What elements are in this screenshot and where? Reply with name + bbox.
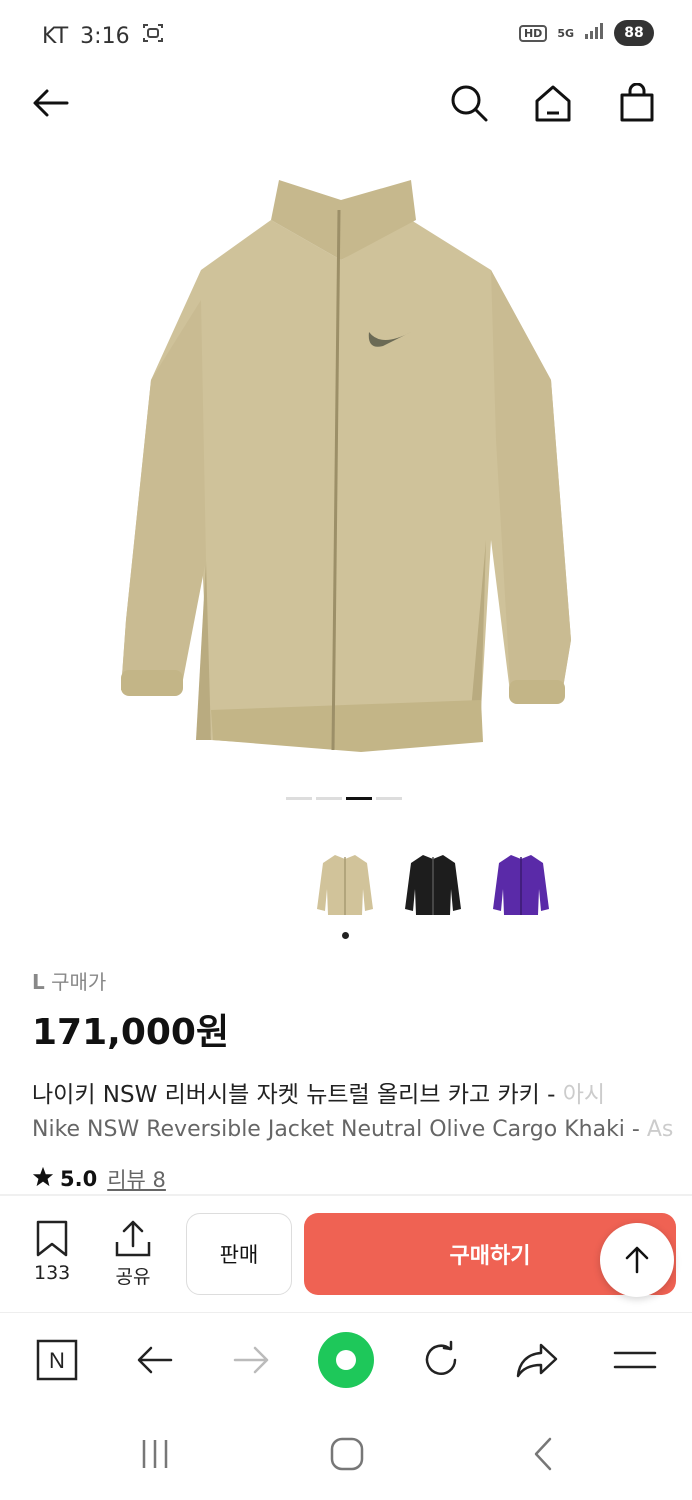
shopping-bag-icon[interactable] xyxy=(614,80,660,126)
share-forward-icon[interactable] xyxy=(512,1335,562,1385)
product-image-carousel[interactable] xyxy=(0,150,692,790)
share-label: 공유 xyxy=(115,1266,151,1288)
rating-score: 5.0 xyxy=(60,1167,98,1191)
thumbnail-khaki[interactable] xyxy=(312,845,378,925)
network-5g-icon: 5G xyxy=(557,26,574,40)
color-thumbnails xyxy=(312,845,554,925)
thumbnail-black[interactable] xyxy=(400,845,466,925)
scroll-to-top-button[interactable] xyxy=(600,1223,674,1297)
product-jacket-image xyxy=(121,180,571,752)
pager-dot-active xyxy=(346,797,372,800)
home-icon[interactable] xyxy=(530,80,576,126)
product-info: L 구매가 171,000원 나이키 NSW 리버시블 자켓 뉴트럴 올리브 카… xyxy=(32,966,692,1194)
svg-text:N: N xyxy=(49,1348,65,1373)
price: 171,000원 xyxy=(32,1012,230,1053)
back-arrow-icon[interactable] xyxy=(28,80,74,126)
rating-row: 5.0 리뷰 8 xyxy=(32,1164,692,1194)
bookmark-button[interactable]: 133 xyxy=(34,1220,70,1284)
pager-dot xyxy=(316,797,342,800)
bookmark-count: 133 xyxy=(34,1262,71,1284)
recent-apps-icon[interactable] xyxy=(130,1432,180,1476)
size-price-type: L 구매가 xyxy=(32,966,692,995)
size-label: L xyxy=(32,970,45,994)
system-nav-bar xyxy=(0,1408,692,1500)
menu-icon[interactable] xyxy=(610,1335,660,1385)
browser-forward-icon[interactable] xyxy=(226,1335,276,1385)
battery-indicator: 88 xyxy=(614,20,654,46)
carrier-label: KT xyxy=(42,23,69,49)
star-icon xyxy=(32,1166,54,1193)
product-title-english: Nike NSW Reversible Jacket Neutral Olive… xyxy=(32,1117,674,1142)
arrow-up-icon xyxy=(625,1246,649,1274)
review-link[interactable]: 리뷰 8 xyxy=(107,1164,166,1194)
browser-back-icon[interactable] xyxy=(130,1335,180,1385)
bookmark-icon xyxy=(36,1220,68,1257)
thumbnail-purple[interactable] xyxy=(488,845,554,925)
sell-button[interactable]: 판매 xyxy=(186,1213,292,1295)
share-button[interactable]: 공유 xyxy=(114,1220,152,1289)
naver-home-icon[interactable]: N xyxy=(32,1335,82,1385)
clock: 3:16 xyxy=(80,23,130,49)
back-nav-icon[interactable] xyxy=(518,1432,568,1476)
screen-capture-icon xyxy=(142,22,164,50)
pager-dot xyxy=(376,797,402,800)
signal-icon xyxy=(584,22,604,44)
product-title-korean: 나이키 NSW 리버시블 자켓 뉴트럴 올리브 카고 카키 - 아시 xyxy=(32,1082,606,1108)
pager-dot xyxy=(286,797,312,800)
browser-toolbar: N xyxy=(0,1312,692,1408)
search-icon[interactable] xyxy=(446,80,492,126)
selected-thumbnail-dot xyxy=(342,932,349,939)
share-icon xyxy=(115,1220,151,1257)
carousel-pager xyxy=(286,797,402,800)
price-type-label: 구매가 xyxy=(51,970,107,994)
home-nav-icon[interactable] xyxy=(322,1432,372,1476)
status-bar: KT 3:16 HD 5G 88 xyxy=(0,0,692,70)
refresh-icon[interactable] xyxy=(416,1335,466,1385)
green-dot-button[interactable] xyxy=(316,1330,376,1390)
top-app-bar xyxy=(0,70,692,134)
hd-voice-icon: HD xyxy=(518,24,548,42)
purchase-action-bar: 133 공유 판매 구매하기 xyxy=(0,1196,692,1312)
